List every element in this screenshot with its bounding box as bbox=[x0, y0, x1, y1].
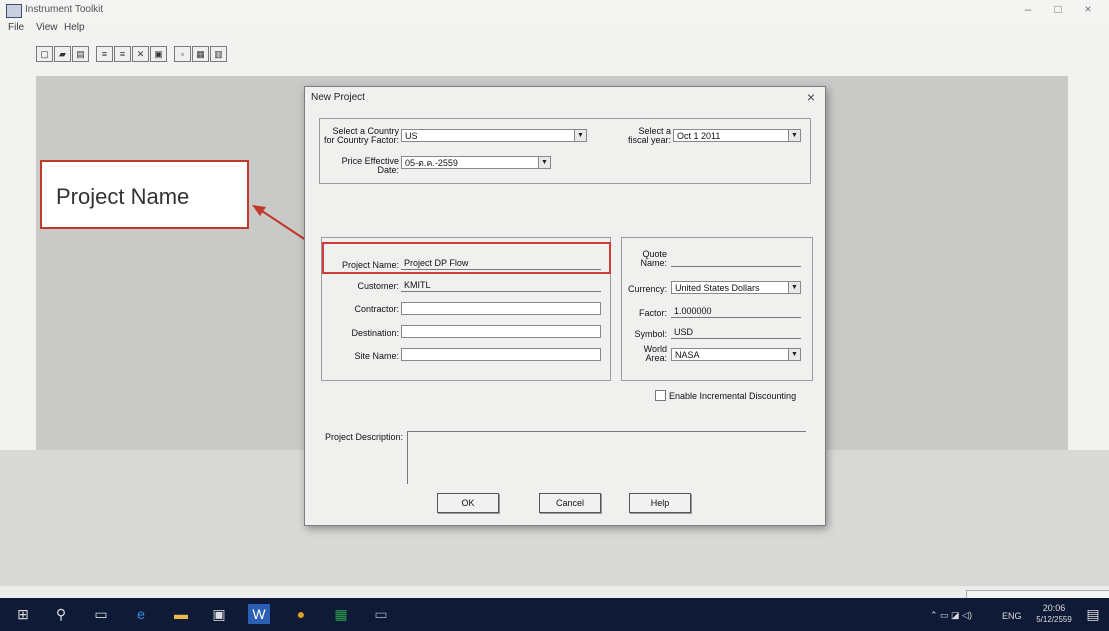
currency-label: Currency: bbox=[627, 284, 667, 294]
customer-label: Customer: bbox=[357, 281, 399, 291]
project-description-input[interactable] bbox=[407, 431, 806, 484]
currency-select[interactable]: United States Dollars ▼ bbox=[671, 281, 801, 294]
quote-name-label: Quote Name: bbox=[640, 249, 667, 268]
dialog-title: New Project bbox=[311, 92, 365, 103]
site-name-input[interactable] bbox=[401, 348, 601, 361]
word-icon[interactable]: W bbox=[248, 604, 270, 624]
language-indicator[interactable]: ENG bbox=[1002, 611, 1022, 621]
quote-name-input[interactable] bbox=[671, 254, 801, 267]
chevron-down-icon: ▼ bbox=[788, 130, 800, 141]
store-icon[interactable]: ▣ bbox=[208, 604, 230, 624]
help-button[interactable]: Help bbox=[629, 493, 691, 513]
task-view-icon[interactable]: ▭ bbox=[90, 604, 112, 624]
clock-date[interactable]: 5/12/2559 bbox=[1030, 615, 1078, 624]
country-select[interactable]: US ▼ bbox=[401, 129, 587, 142]
dialog-close-icon[interactable]: × bbox=[807, 89, 815, 105]
factor-input[interactable]: 1.000000 bbox=[671, 305, 801, 318]
customer-input[interactable]: KMITL bbox=[401, 279, 601, 292]
instrument-toolkit-icon[interactable]: ▭ bbox=[370, 604, 392, 624]
contractor-input[interactable] bbox=[401, 302, 601, 315]
file-explorer-icon[interactable]: ▬ bbox=[170, 604, 192, 624]
tray-icons[interactable]: ⌃ ▭ ◪ ◁) bbox=[930, 610, 972, 621]
chevron-down-icon: ▼ bbox=[574, 130, 586, 141]
project-name-highlight bbox=[322, 242, 611, 274]
cancel-button[interactable]: Cancel bbox=[539, 493, 601, 513]
destination-input[interactable] bbox=[401, 325, 601, 338]
excel-icon[interactable]: ▦ bbox=[330, 604, 352, 624]
world-area-select[interactable]: NASA ▼ bbox=[671, 348, 801, 361]
symbol-input[interactable]: USD bbox=[671, 326, 801, 339]
edge-browser-icon[interactable]: e bbox=[130, 604, 152, 624]
contractor-label: Contractor: bbox=[354, 304, 399, 314]
project-description-label: Project Description: bbox=[324, 432, 403, 442]
chevron-down-icon: ▼ bbox=[788, 282, 800, 293]
incremental-discounting-label: Enable Incremental Discounting bbox=[669, 391, 797, 401]
country-label: Select a Country for Country Factor: bbox=[323, 126, 399, 145]
destination-label: Destination: bbox=[351, 328, 399, 338]
symbol-label: Symbol: bbox=[634, 329, 667, 339]
notification-icon[interactable]: ▤ bbox=[1082, 604, 1104, 624]
factor-label: Factor: bbox=[638, 308, 667, 318]
ok-button[interactable]: OK bbox=[437, 493, 499, 513]
fiscal-year-select[interactable]: Oct 1 2011 ▼ bbox=[673, 129, 801, 142]
clock-time[interactable]: 20:06 bbox=[1034, 603, 1074, 613]
fiscal-year-label: Select a fiscal year: bbox=[627, 126, 671, 145]
chevron-down-icon: ▼ bbox=[788, 349, 800, 360]
price-date-select[interactable]: 05-ต.ค.-2559 ▼ bbox=[401, 156, 551, 169]
taskbar: ⊞ ⚲ ▭ e ▬ ▣ W ● ▦ ▭ ⌃ ▭ ◪ ◁) ENG 20:06 5… bbox=[0, 598, 1109, 631]
chrome-icon[interactable]: ● bbox=[290, 604, 312, 624]
site-name-label: Site Name: bbox=[354, 351, 399, 361]
search-icon[interactable]: ⚲ bbox=[50, 604, 72, 624]
chevron-down-icon: ▼ bbox=[538, 157, 550, 168]
world-area-label: World Area: bbox=[643, 344, 667, 363]
new-project-dialog: New Project × Select a Country for Count… bbox=[304, 86, 826, 526]
price-date-label: Price Effective Date: bbox=[341, 156, 399, 175]
windows-start-icon[interactable]: ⊞ bbox=[12, 604, 34, 624]
incremental-discounting-checkbox[interactable] bbox=[655, 390, 666, 401]
